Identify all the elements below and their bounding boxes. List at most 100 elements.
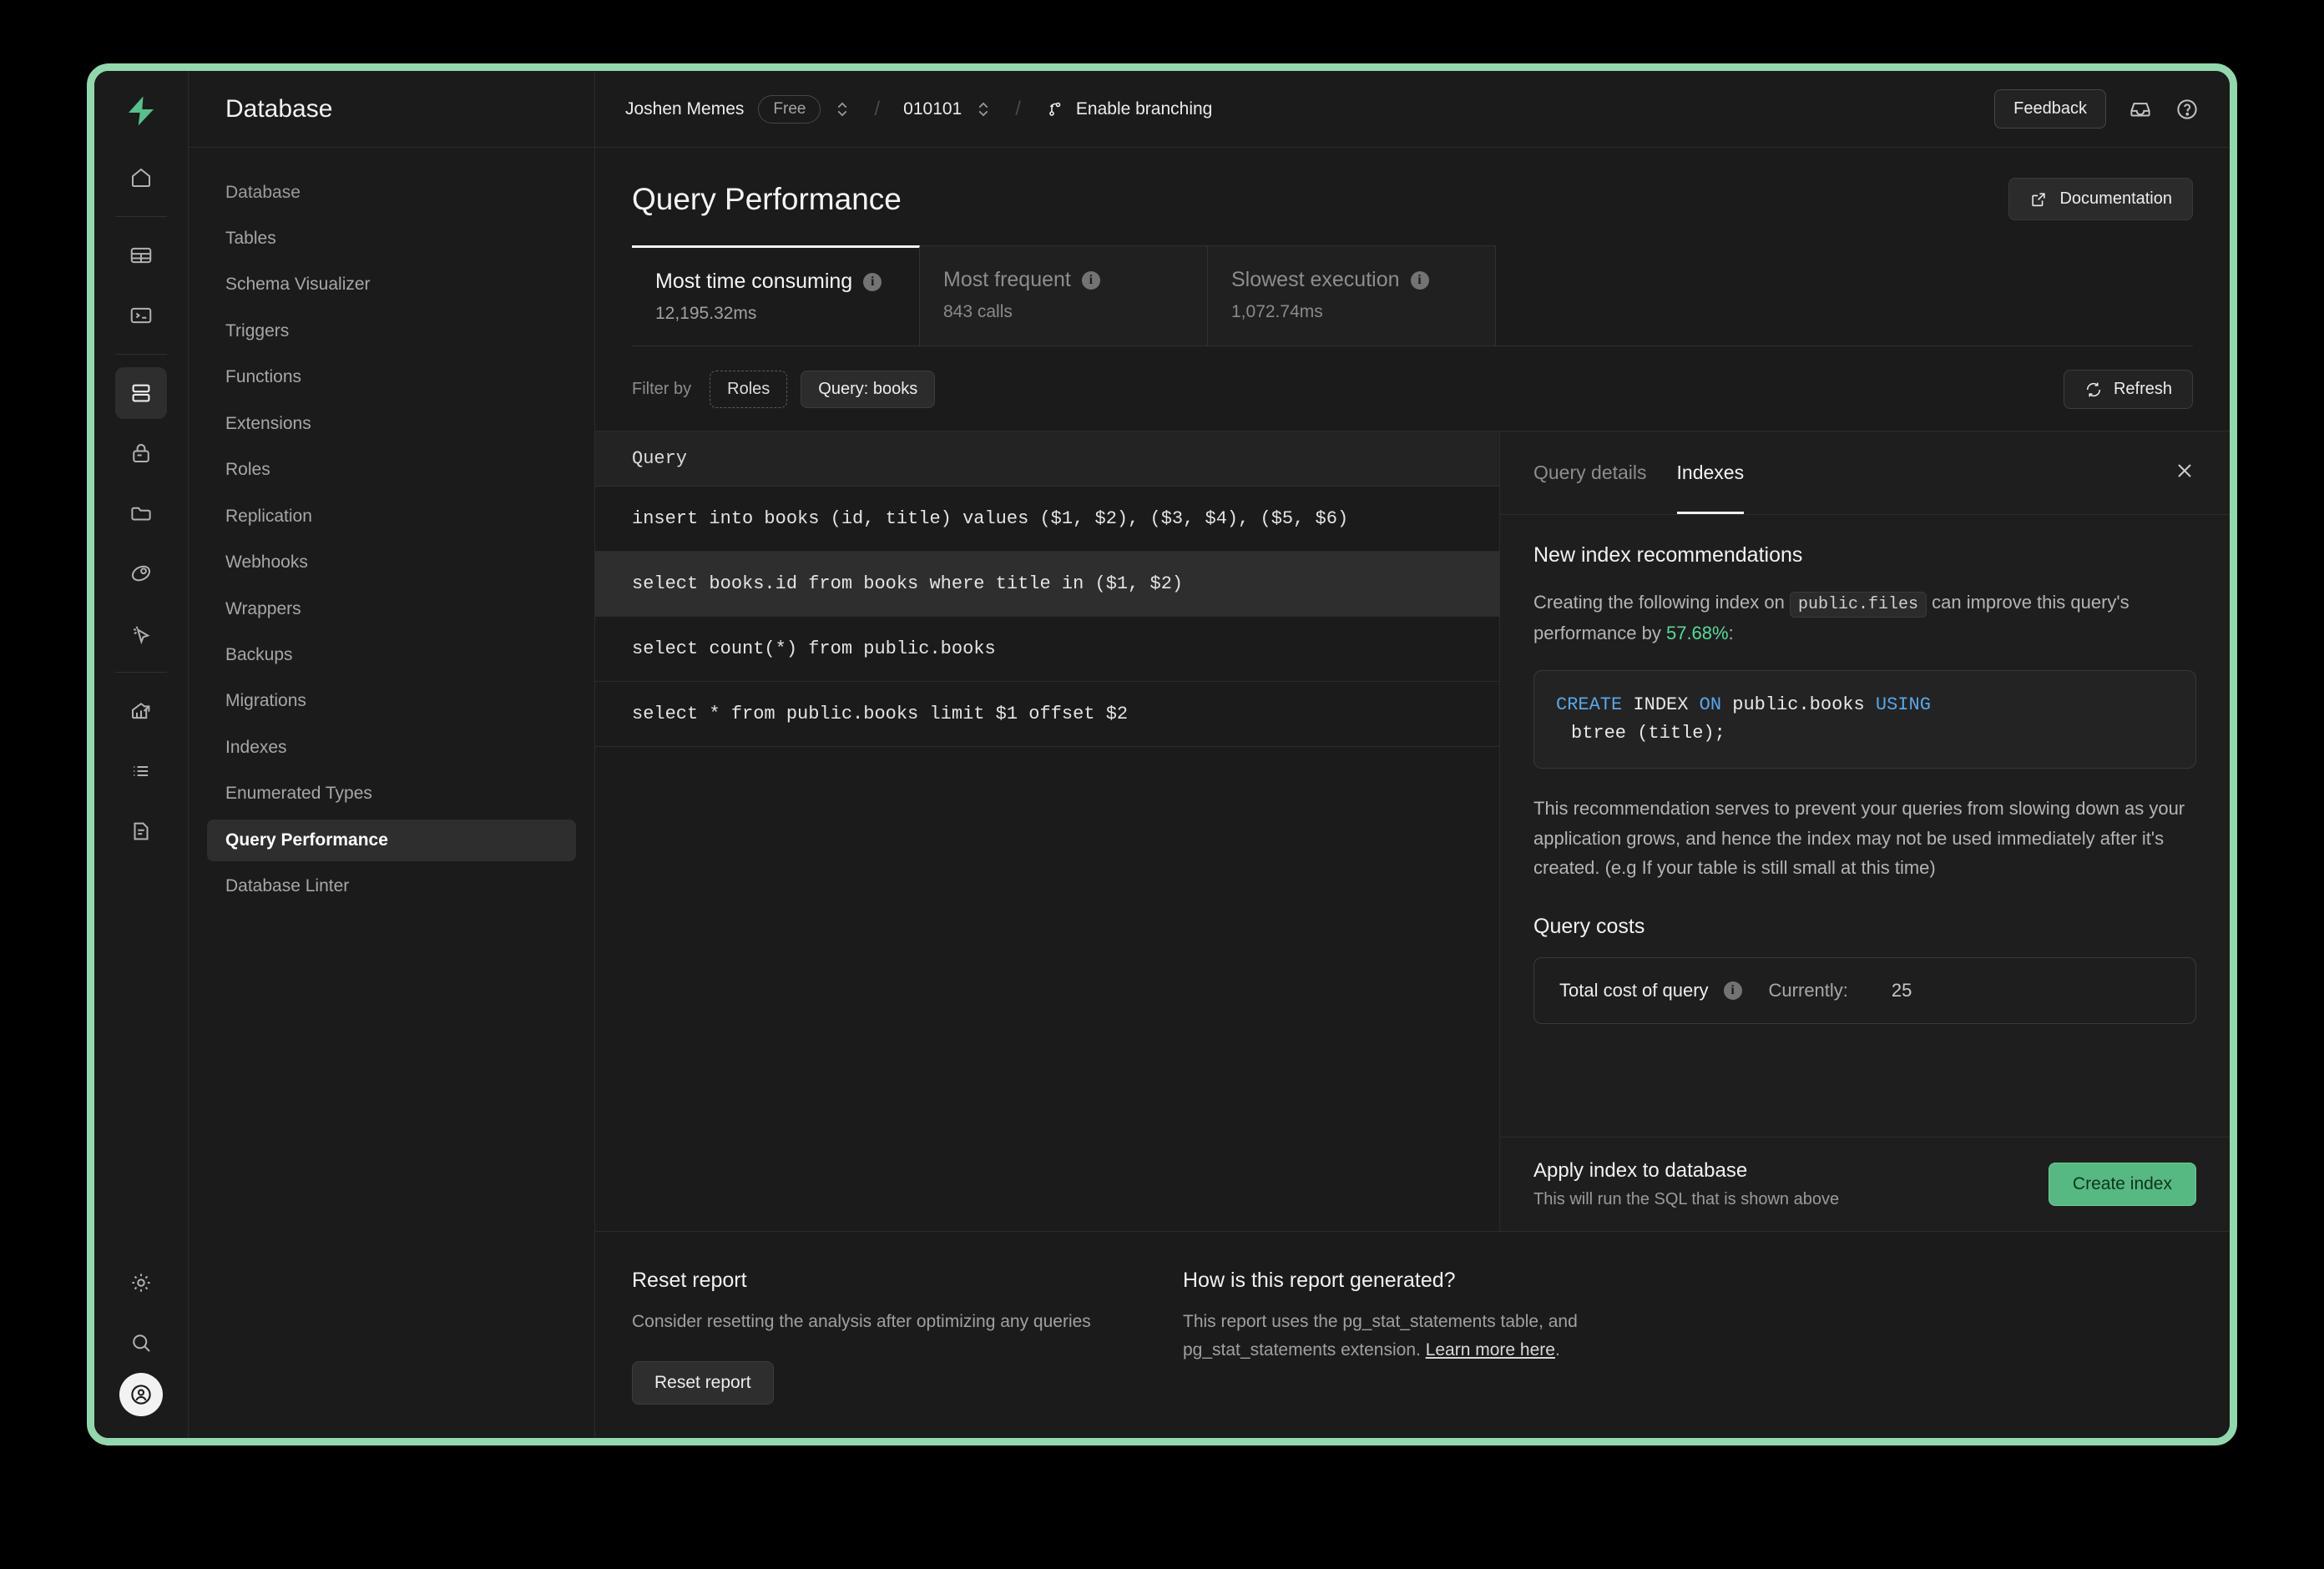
tab-most-frequent-value: 843 calls	[943, 302, 1013, 321]
app-window: Database Database Tables Schema Visualiz…	[87, 63, 2237, 1445]
index-recommendation-note: This recommendation serves to prevent yo…	[1533, 798, 2185, 879]
settings-gear-icon[interactable]	[115, 1257, 167, 1309]
database-icon[interactable]	[115, 367, 167, 419]
sidebar-item-roles[interactable]: Roles	[207, 449, 576, 491]
tab-most-time-consuming-value: 12,195.32ms	[655, 304, 757, 323]
total-cost-label: Total cost of query	[1559, 980, 1709, 1001]
filter-roles-chip[interactable]: Roles	[710, 371, 788, 408]
sidebar-item-extensions[interactable]: Extensions	[207, 403, 576, 445]
learn-more-link[interactable]: Learn more here	[1426, 1340, 1555, 1360]
storage-folder-icon[interactable]	[115, 487, 167, 539]
project-name[interactable]: 010101	[903, 99, 962, 119]
inbox-icon[interactable]	[2128, 97, 2153, 122]
sql-line-2: btree (title);	[1571, 723, 1725, 744]
info-icon[interactable]: i	[1081, 270, 1100, 290]
cost-currently-label: Currently:	[1768, 980, 1848, 1001]
sql-keyword-on: ON	[1699, 694, 1722, 716]
api-docs-icon[interactable]	[115, 805, 167, 857]
info-icon[interactable]: i	[863, 272, 882, 291]
project-switcher-chevron-icon[interactable]	[975, 98, 992, 120]
filter-query-chip[interactable]: Query: books	[801, 371, 936, 408]
how-generated-line-2: pg_stat_statements extension. Learn more…	[1183, 1336, 1650, 1365]
filter-bar: Filter by Roles Query: books Refresh	[595, 346, 2230, 431]
reports-chart-icon[interactable]	[115, 685, 167, 737]
logs-list-icon[interactable]	[115, 745, 167, 797]
apply-index-footer: Apply index to database This will run th…	[1500, 1137, 2230, 1232]
reset-report-button[interactable]: Reset report	[632, 1361, 774, 1405]
close-icon[interactable]	[2173, 459, 2196, 487]
report-footer: Reset report Consider resetting the anal…	[595, 1231, 2230, 1438]
info-icon[interactable]: i	[1723, 981, 1742, 1001]
external-link-icon	[2032, 192, 2046, 206]
realtime-cursor-icon[interactable]	[115, 608, 167, 659]
tab-most-frequent[interactable]: Most frequent i 843 calls	[920, 245, 1208, 346]
edge-functions-icon[interactable]	[115, 547, 167, 599]
sql-editor-icon[interactable]	[115, 290, 167, 341]
breadcrumb-separator: /	[874, 97, 881, 120]
breadcrumb-separator-2: /	[1015, 97, 1021, 120]
table-editor-icon[interactable]	[115, 230, 167, 281]
reset-report-title: Reset report	[632, 1269, 747, 1293]
info-icon[interactable]: i	[1410, 270, 1429, 290]
details-panel: Query details Indexes New index recommen…	[1499, 431, 2230, 1232]
search-icon[interactable]	[115, 1317, 167, 1369]
rail-divider	[115, 354, 167, 355]
feedback-button[interactable]: Feedback	[1994, 89, 2106, 129]
apply-index-subtitle: This will run the SQL that is shown abov…	[1533, 1190, 1840, 1209]
reset-report-section: Reset report Consider resetting the anal…	[632, 1269, 1183, 1405]
supabase-logo-icon[interactable]	[114, 84, 168, 138]
enable-branching-button[interactable]: Enable branching	[1044, 98, 1212, 120]
sidebar-item-query-performance[interactable]: Query Performance	[207, 819, 576, 862]
sidebar-item-wrappers[interactable]: Wrappers	[207, 588, 576, 630]
org-name[interactable]: Joshen Memes	[625, 99, 744, 119]
details-panel-tabs: Query details Indexes	[1500, 431, 2230, 515]
avatar[interactable]	[119, 1373, 163, 1416]
sidebar-item-webhooks[interactable]: Webhooks	[207, 542, 576, 583]
sidebar-item-backups[interactable]: Backups	[207, 634, 576, 676]
filter-by-label: Filter by	[632, 380, 692, 398]
auth-lock-icon[interactable]	[115, 427, 167, 479]
page-title: Query Performance	[632, 181, 902, 216]
org-switcher-chevron-icon[interactable]	[834, 98, 851, 120]
sidebar-item-replication[interactable]: Replication	[207, 496, 576, 537]
tab-indexes[interactable]: Indexes	[1676, 431, 1745, 514]
sidebar-item-functions[interactable]: Functions	[207, 356, 576, 398]
documentation-button[interactable]: Documentation	[2008, 178, 2193, 220]
tab-slowest-execution-label: Slowest execution	[1231, 268, 1400, 291]
sidebar-item-schema-visualizer[interactable]: Schema Visualizer	[207, 264, 576, 305]
sql-line-1: CREATE INDEX ON public.books USING	[1556, 691, 2174, 719]
table-row[interactable]: select * from public.books limit $1 offs…	[595, 682, 1499, 747]
page-header: Query Performance Documentation	[595, 148, 2230, 220]
home-icon[interactable]	[115, 152, 167, 204]
main-area: Joshen Memes Free / 010101 / Enable bran…	[595, 71, 2230, 1438]
tab-query-details[interactable]: Query details	[1533, 431, 1647, 514]
refresh-label: Refresh	[2113, 380, 2172, 398]
table-row[interactable]: insert into books (id, title) values ($1…	[595, 487, 1499, 552]
tab-most-time-consuming[interactable]: Most time consuming i 12,195.32ms	[632, 245, 920, 346]
help-circle-icon[interactable]	[2175, 97, 2200, 122]
table-row[interactable]: select books.id from books where title i…	[595, 552, 1499, 617]
desc-before: Creating the following index on	[1533, 592, 1790, 613]
enable-branching-label: Enable branching	[1075, 98, 1213, 119]
tab-slowest-execution[interactable]: Slowest execution i 1,072.74ms	[1208, 245, 1496, 346]
sidebar-item-migrations[interactable]: Migrations	[207, 680, 576, 722]
how-generated-title: How is this report generated?	[1183, 1269, 1456, 1293]
sidebar-item-indexes[interactable]: Indexes	[207, 727, 576, 769]
tab-most-frequent-label: Most frequent	[943, 268, 1071, 291]
sql-keyword-create: CREATE	[1556, 694, 1623, 716]
sidebar-item-enumerated-types[interactable]: Enumerated Types	[207, 773, 576, 815]
refresh-button[interactable]: Refresh	[2063, 370, 2193, 409]
how-generated-line-1: This report uses the pg_stat_statements …	[1183, 1312, 1578, 1332]
sidebar-item-triggers[interactable]: Triggers	[207, 310, 576, 352]
create-index-button[interactable]: Create index	[2048, 1163, 2196, 1207]
improvement-percentage: 57.68%	[1665, 623, 1729, 644]
sidebar-item-database-linter[interactable]: Database Linter	[207, 865, 576, 907]
plan-badge: Free	[758, 94, 821, 124]
how-generated-period: .	[1554, 1340, 1560, 1360]
index-recommendations-heading: New index recommendations	[1533, 543, 1803, 567]
sidebar-item-tables[interactable]: Tables	[207, 218, 576, 260]
desc-after: :	[1728, 623, 1734, 644]
table-row[interactable]: select count(*) from public.books	[595, 617, 1499, 682]
sidebar-title: Database	[225, 94, 333, 123]
secondary-sidebar: Database Database Tables Schema Visualiz…	[189, 71, 595, 1438]
